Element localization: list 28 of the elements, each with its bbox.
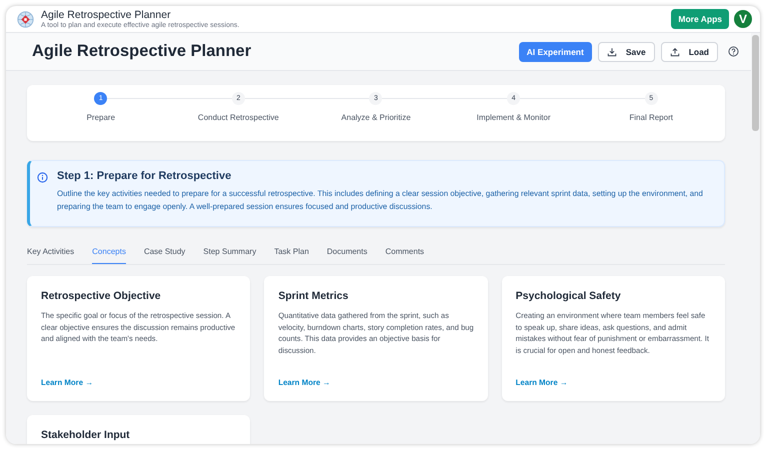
card-title: Sprint Metrics <box>278 290 350 302</box>
user-avatar[interactable]: V <box>734 10 752 28</box>
info-icon <box>37 172 48 183</box>
ai-experiment-button[interactable]: AI Experiment <box>518 42 592 62</box>
app-title: Agile Retrospective Planner <box>41 9 172 21</box>
upload-icon <box>670 46 680 56</box>
scrollbar-thumb[interactable] <box>752 35 759 131</box>
download-icon <box>606 46 617 56</box>
tab[interactable]: Documents <box>326 243 368 264</box>
load-button[interactable]: Load <box>660 42 718 62</box>
step-label[interactable]: Final Report <box>629 113 673 122</box>
tab[interactable]: Step Summary <box>203 243 256 264</box>
tab[interactable]: Task Plan <box>274 243 309 264</box>
card-title: Retrospective Objective <box>41 290 162 302</box>
tab[interactable]: Case Study <box>144 243 186 264</box>
card-title: Psychological Safety <box>516 290 622 302</box>
help-icon[interactable] <box>728 46 739 57</box>
step-label[interactable]: Analyze & Prioritize <box>341 113 411 122</box>
save-button[interactable]: Save <box>598 42 655 62</box>
globe-logo-icon <box>17 10 34 28</box>
step-label[interactable]: Conduct Retrospective <box>198 113 279 122</box>
tab[interactable]: Key Activities <box>27 243 74 264</box>
info-title: Step 1: Prepare for Retrospective <box>57 170 232 182</box>
page-title: Agile Retrospective Planner <box>32 42 252 61</box>
step-label[interactable]: Prepare <box>86 113 116 122</box>
step-label[interactable]: Implement & Monitor <box>476 113 550 122</box>
card-title: Stakeholder Input <box>41 429 131 441</box>
tab[interactable]: Comments <box>385 243 424 264</box>
